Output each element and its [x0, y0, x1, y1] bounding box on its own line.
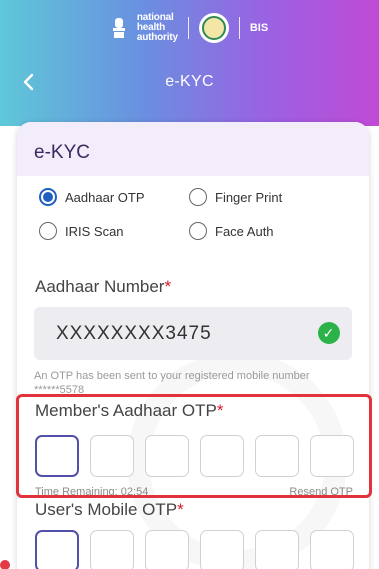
option-label: Aadhaar OTP [65, 189, 145, 205]
logo-row: national health authority BIS [0, 8, 379, 48]
user-otp-digit-4[interactable] [200, 530, 244, 569]
option-label: IRIS Scan [65, 223, 124, 239]
option-label: Face Auth [215, 223, 274, 239]
aadhaar-number-value: XXXXXXXX3475 [56, 322, 212, 344]
chevron-left-icon [23, 73, 34, 91]
radio-face-auth[interactable] [189, 222, 207, 240]
user-otp-inputs [35, 530, 354, 569]
radio-iris-scan[interactable] [39, 222, 57, 240]
government-seal-icon [198, 13, 229, 43]
aadhaar-number-field[interactable]: XXXXXXXX3475 ✓ [34, 307, 352, 360]
title-bar: e-KYC [0, 60, 379, 104]
option-aadhaar-otp[interactable]: Aadhaar OTP [39, 186, 189, 208]
national-emblem-icon [112, 18, 125, 38]
aadhaar-label-text: Aadhaar Number [35, 277, 165, 296]
auth-method-options: Aadhaar OTP Finger Print IRIS Scan Face … [39, 186, 359, 242]
user-otp-label-text: User's Mobile OTP [35, 500, 178, 519]
radio-finger-print[interactable] [189, 188, 207, 206]
logo-divider [187, 17, 189, 39]
nha-line-3: authority [136, 32, 178, 43]
user-otp-label: User's Mobile OTP* [35, 500, 184, 520]
aadhaar-number-label: Aadhaar Number* [35, 277, 171, 297]
bis-label: BIS [249, 22, 269, 34]
back-button[interactable] [16, 68, 44, 96]
page-title: e-KYC [165, 73, 214, 90]
user-otp-digit-5[interactable] [255, 530, 299, 569]
member-otp-highlight [16, 394, 372, 498]
radio-aadhaar-otp[interactable] [39, 188, 57, 206]
option-finger-print[interactable]: Finger Print [189, 186, 339, 208]
required-mark: * [177, 500, 184, 519]
card-heading: e-KYC [17, 122, 369, 176]
logo-divider-2 [238, 17, 240, 39]
recording-indicator [0, 560, 10, 569]
nha-logo-text: national health authority [137, 13, 178, 43]
otp-sent-message: An OTP has been sent to your registered … [34, 370, 310, 393]
option-label: Finger Print [215, 189, 283, 205]
option-face-auth[interactable]: Face Auth [189, 220, 339, 242]
required-mark: * [164, 277, 172, 296]
app-header: national health authority BIS e-KYC [0, 0, 379, 126]
option-iris-scan[interactable]: IRIS Scan [39, 220, 189, 242]
user-otp-digit-6[interactable] [310, 530, 354, 569]
user-otp-digit-1[interactable] [35, 530, 79, 569]
user-otp-digit-2[interactable] [90, 530, 134, 569]
user-otp-digit-3[interactable] [145, 530, 189, 569]
check-circle-icon: ✓ [318, 322, 340, 344]
ekyc-card: e-KYC Aadhaar OTP Finger Print IRIS Scan… [17, 122, 369, 569]
